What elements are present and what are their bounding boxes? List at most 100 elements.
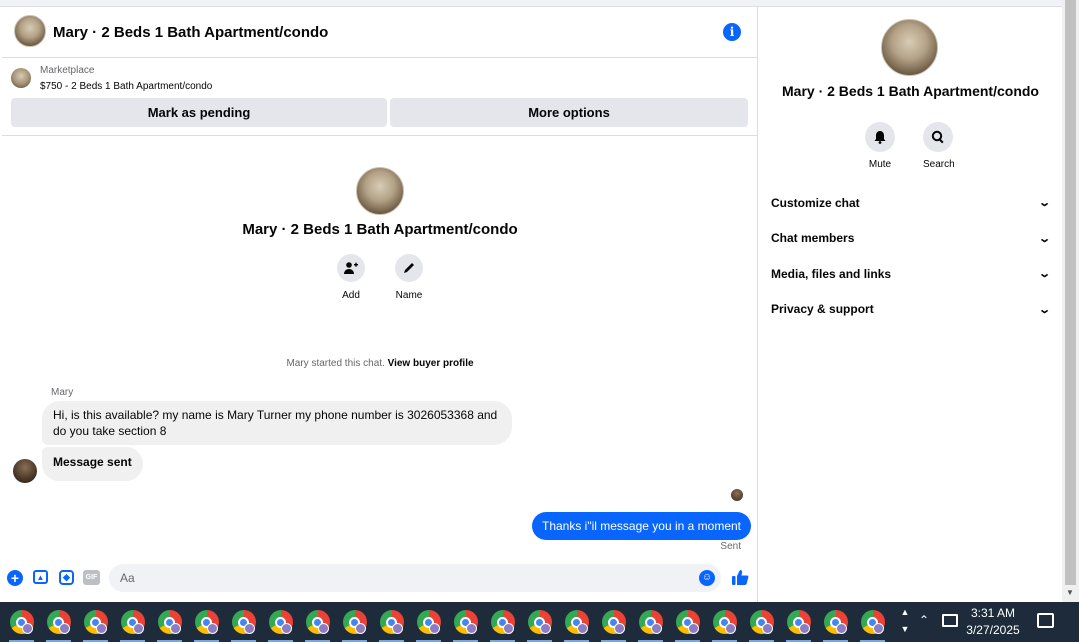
scrollbar-thumb[interactable] xyxy=(1065,0,1076,585)
chrome-taskbar-icon[interactable] xyxy=(299,602,336,642)
info-icon[interactable]: i xyxy=(723,23,741,41)
message-input[interactable]: Aa xyxy=(109,564,721,592)
page-scrollbar[interactable]: ▼ xyxy=(1062,0,1079,602)
menu-label: Privacy & support xyxy=(771,302,874,317)
thumbs-up-icon[interactable] xyxy=(731,568,749,591)
add-label: Add xyxy=(342,290,360,301)
chrome-taskbar-icon[interactable] xyxy=(114,602,151,642)
chat-header: Mary · 2 Beds 1 Bath Apartment/condo i xyxy=(2,7,758,58)
more-options-button[interactable]: More options xyxy=(390,98,748,127)
listing-price-title[interactable]: $750 - 2 Beds 1 Bath Apartment/condo xyxy=(40,81,212,92)
messenger-app: Mary · 2 Beds 1 Bath Apartment/condo i M… xyxy=(0,0,1079,602)
menu-media-files-links[interactable]: Media, files and links ⌄ xyxy=(771,256,1051,292)
chrome-taskbar-icon[interactable] xyxy=(3,602,40,642)
chevron-down-icon: ⌄ xyxy=(1037,303,1051,316)
sender-name: Mary xyxy=(51,387,74,398)
gif-icon[interactable]: GIF xyxy=(83,570,100,585)
chrome-taskbar-icon[interactable] xyxy=(336,602,373,642)
chrome-taskbar-icon[interactable] xyxy=(817,602,854,642)
chrome-taskbar-icon[interactable] xyxy=(373,602,410,642)
chrome-taskbar-icon[interactable] xyxy=(706,602,743,642)
chat-panel: Mary · 2 Beds 1 Bath Apartment/condo i M… xyxy=(2,7,758,602)
listing-source: Marketplace xyxy=(40,65,95,76)
clock-date: 3/27/2025 xyxy=(966,623,1020,637)
chrome-taskbar-icon[interactable] xyxy=(225,602,262,642)
name-label: Name xyxy=(395,290,423,301)
sidebar-actions: Mute Search xyxy=(865,122,955,170)
sidebar-avatar[interactable] xyxy=(881,19,938,76)
chrome-taskbar-icon[interactable] xyxy=(77,602,114,642)
name-action[interactable]: Name xyxy=(394,254,424,301)
menu-chat-members[interactable]: Chat members ⌄ xyxy=(771,221,1051,257)
mute-label: Mute xyxy=(868,159,892,170)
notification-icon[interactable] xyxy=(1037,613,1054,628)
search-icon[interactable] xyxy=(923,122,953,152)
chrome-taskbar-icon[interactable] xyxy=(40,602,77,642)
outgoing-message[interactable]: Thanks i"il message you in a moment xyxy=(531,512,751,540)
menu-label: Media, files and links xyxy=(771,266,892,281)
chrome-taskbar-icon[interactable] xyxy=(595,602,632,642)
chevron-down-icon: ⌄ xyxy=(1037,197,1051,210)
chat-avatar[interactable] xyxy=(14,15,46,47)
photo-icon[interactable]: ▲ xyxy=(33,570,48,584)
menu-privacy-support[interactable]: Privacy & support ⌄ xyxy=(771,292,1051,328)
chrome-taskbar-icon[interactable] xyxy=(410,602,447,642)
top-strip xyxy=(0,0,1062,7)
bell-icon[interactable] xyxy=(865,122,895,152)
chat-title[interactable]: Mary · 2 Beds 1 Bath Apartment/condo xyxy=(53,24,328,41)
sidebar-name: Mary · 2 Beds 1 Bath Apartment/condo xyxy=(782,83,1039,99)
menu-customize-chat[interactable]: Customize chat ⌄ xyxy=(771,185,1051,221)
chevron-down-icon: ⌄ xyxy=(1037,268,1051,281)
marketplace-listing: Marketplace $750 - 2 Beds 1 Bath Apartme… xyxy=(2,58,758,136)
search-label: Search xyxy=(923,159,955,170)
chat-started-notice: Mary started this chat. View buyer profi… xyxy=(2,358,758,369)
conversation-avatar xyxy=(356,167,404,215)
chrome-taskbar-icon[interactable] xyxy=(262,602,299,642)
chrome-taskbar-icon[interactable] xyxy=(632,602,669,642)
sender-avatar[interactable] xyxy=(13,459,37,483)
message-composer: + ▲ ◆ GIF Aa ☺ xyxy=(2,563,758,593)
pencil-icon[interactable] xyxy=(395,254,423,282)
conversation-name: Mary · 2 Beds 1 Bath Apartment/condo xyxy=(242,221,518,238)
clock-time: 3:31 AM xyxy=(970,606,1016,620)
add-person-icon[interactable] xyxy=(337,254,365,282)
chrome-taskbar-icon[interactable] xyxy=(854,602,891,642)
view-buyer-profile-link[interactable]: View buyer profile xyxy=(388,358,474,369)
chrome-taskbar-icon[interactable] xyxy=(669,602,706,642)
taskbar-scroll-arrows[interactable]: ▲ ▼ xyxy=(898,604,912,640)
chrome-taskbar-icon[interactable] xyxy=(558,602,595,642)
chrome-taskbar-icon[interactable] xyxy=(743,602,780,642)
sidebar-menu: Customize chat ⌄ Chat members ⌄ Media, f… xyxy=(771,185,1051,327)
chrome-taskbar-icon[interactable] xyxy=(484,602,521,642)
search-action[interactable]: Search xyxy=(923,122,955,170)
conversation-actions: Add Name xyxy=(336,254,424,301)
mark-as-pending-button[interactable]: Mark as pending xyxy=(11,98,387,127)
scroll-down-arrow-icon[interactable]: ▼ xyxy=(1066,588,1074,597)
plus-icon[interactable]: + xyxy=(7,570,23,586)
seen-by-avatar xyxy=(731,489,743,501)
chrome-taskbar-icon[interactable] xyxy=(447,602,484,642)
taskbar-clock[interactable]: 3:31 AM 3/27/2025 xyxy=(964,605,1022,639)
add-action[interactable]: Add xyxy=(336,254,366,301)
windows-taskbar: ▲ ▼ ⌃ 3:31 AM 3/27/2025 xyxy=(0,602,1079,642)
network-icon[interactable] xyxy=(942,614,958,627)
incoming-message[interactable]: Message sent xyxy=(42,447,143,481)
sticker-icon[interactable]: ◆ xyxy=(59,570,74,585)
started-text: Mary started this chat. xyxy=(286,358,385,369)
chrome-taskbar-icon[interactable] xyxy=(151,602,188,642)
menu-label: Customize chat xyxy=(771,195,860,210)
sent-status: Sent xyxy=(720,541,741,552)
chrome-taskbar-icon[interactable] xyxy=(521,602,558,642)
mute-action[interactable]: Mute xyxy=(865,122,895,170)
incoming-message[interactable]: Hi, is this available? my name is Mary T… xyxy=(42,401,512,445)
taskbar-apps xyxy=(3,602,891,642)
chrome-taskbar-icon[interactable] xyxy=(188,602,225,642)
chat-info-sidebar: Mary · 2 Beds 1 Bath Apartment/condo Mut… xyxy=(759,7,1062,602)
menu-label: Chat members xyxy=(771,231,855,246)
chevron-up-icon[interactable]: ⌃ xyxy=(919,613,929,627)
emoji-icon[interactable]: ☺ xyxy=(699,570,715,586)
listing-thumbnail[interactable] xyxy=(11,68,31,88)
conversation-header: Mary · 2 Beds 1 Bath Apartment/condo xyxy=(2,167,758,238)
chevron-down-icon: ⌄ xyxy=(1037,232,1051,245)
chrome-taskbar-icon[interactable] xyxy=(780,602,817,642)
